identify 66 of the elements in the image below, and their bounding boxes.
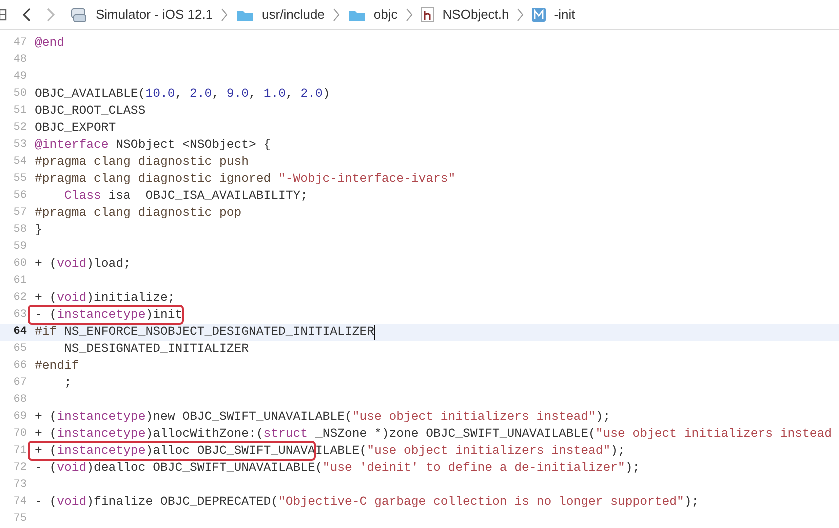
- line-number: 62: [12, 291, 27, 306]
- line-number: 68: [12, 393, 27, 408]
- code-line: }: [35, 222, 42, 239]
- code-line: + (instancetype)alloc OBJC_SWIFT_UNAVA ILABLE("use object initializers instead");: [35, 443, 626, 460]
- code-line: - (instancetype)init: [35, 307, 183, 324]
- code-line: - (void)dealloc OBJC_SWIFT_UNAVAILABLE("use 'deinit' to define a de-initializer");: [35, 460, 640, 477]
- line-number: 65: [12, 342, 27, 357]
- line-number: 70: [12, 427, 27, 442]
- line-number: 75: [12, 512, 27, 527]
- line-number: 60: [12, 257, 27, 272]
- line-number: 58: [12, 223, 27, 238]
- grid-icon[interactable]: [0, 8, 8, 22]
- code-line: OBJC_AVAILABLE(10.0, 2.0, 9.0, 1.0, 2.0): [35, 86, 330, 103]
- code-line: #pragma clang diagnostic push: [35, 154, 250, 171]
- line-number: 54: [12, 155, 27, 170]
- line-number: 61: [12, 274, 27, 289]
- chevron-icon: [332, 8, 340, 22]
- chevron-icon: [517, 8, 524, 22]
- code-line: + (instancetype)allocWithZone:(struct _NSZone *)zone OBJC_SWIFT_UNAVAILABLE("use object initializers instead: [35, 426, 832, 443]
- line-number: 50: [12, 87, 27, 102]
- code-line: NS_DESIGNATED_INITIALIZER: [64, 341, 250, 358]
- path-item[interactable]: objc: [374, 4, 398, 24]
- code-line: + (void)initialize;: [35, 290, 176, 307]
- path-item[interactable]: Simulator - iOS 12.1: [96, 4, 214, 24]
- line-number: 64: [12, 325, 27, 340]
- back-icon[interactable]: [22, 6, 32, 22]
- code-line: #endif: [35, 358, 80, 375]
- code-line: + (instancetype)new OBJC_SWIFT_UNAVAILABLE("use object initializers instead");: [35, 409, 611, 426]
- path-item[interactable]: NSObject.h: [442, 4, 510, 24]
- line-number: 74: [12, 495, 27, 510]
- line-number: 67: [12, 376, 27, 391]
- code-line: @interface NSObject <NSObject> {: [35, 137, 272, 154]
- simulator-icon: [70, 6, 88, 22]
- line-number: 59: [12, 240, 27, 255]
- text-cursor: [374, 325, 376, 340]
- line-number: 55: [12, 172, 27, 187]
- code-line: OBJC_ROOT_CLASS: [35, 103, 146, 120]
- chevron-icon: [406, 8, 413, 22]
- code-line: ;: [64, 375, 72, 392]
- line-number: 66: [12, 359, 27, 374]
- code-line: Class isa OBJC_ISA_AVAILABILITY;: [64, 188, 308, 205]
- line-number: 53: [12, 138, 27, 153]
- line-number: 72: [12, 461, 27, 476]
- line-number: 71: [12, 444, 27, 459]
- path-item[interactable]: -init: [554, 4, 576, 24]
- line-number: 48: [12, 53, 27, 68]
- path-item[interactable]: usr/include: [262, 4, 325, 24]
- code-line: OBJC_EXPORT: [35, 120, 116, 137]
- line-number: 69: [12, 410, 27, 425]
- code-line: #pragma clang diagnostic pop: [35, 205, 242, 222]
- code-line: #if NS_ENFORCE_NSOBJECT_DESIGNATED_INITIALIZER: [35, 324, 374, 341]
- code-line: #pragma clang diagnostic ignored "-Wobjc-interface-ivars": [35, 171, 456, 188]
- line-number: 73: [12, 478, 27, 493]
- line-number: 56: [12, 189, 27, 204]
- line-number: 57: [12, 206, 27, 221]
- line-number: 52: [12, 121, 27, 136]
- line-number: 49: [12, 70, 27, 85]
- code-line: @end: [35, 35, 65, 52]
- line-number: 51: [12, 104, 27, 119]
- line-number: 47: [12, 36, 27, 51]
- line-number: 63: [12, 308, 27, 323]
- code-line: + (void)load;: [35, 256, 131, 273]
- code-line: - (void)finalize OBJC_DEPRECATED("Objective-C garbage collection is no longer supported");: [35, 494, 700, 511]
- header-file-icon: [420, 6, 435, 22]
- chevron-icon: [221, 8, 228, 22]
- method-icon: [532, 8, 546, 22]
